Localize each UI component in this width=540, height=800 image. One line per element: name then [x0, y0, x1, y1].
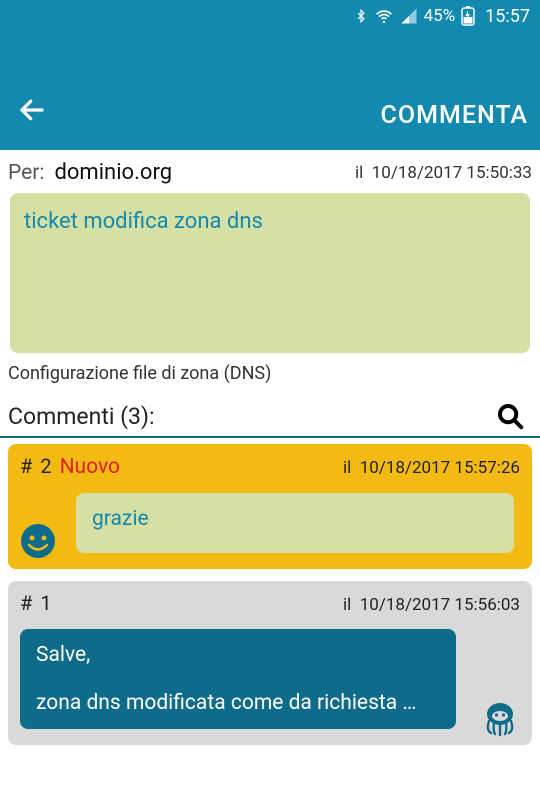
comment-item[interactable]: # 2 Nuovo il 10/18/2017 15:57:26 grazie	[8, 444, 532, 569]
app-bar: COMMENTA	[0, 32, 540, 150]
comments-heading: Commenti (3):	[8, 403, 155, 430]
search-button[interactable]	[492, 398, 528, 434]
status-bar: 45% 15:57	[0, 0, 540, 32]
comment-index: # 1	[20, 591, 52, 615]
battery-icon	[461, 6, 475, 26]
per-field: Per: dominio.org	[8, 160, 172, 185]
ticket-header: Per: dominio.org il 10/18/2017 15:50:33	[0, 150, 540, 193]
signal-icon	[400, 7, 418, 25]
wifi-icon	[374, 7, 394, 25]
avatar-user-icon	[18, 521, 58, 561]
per-domain: dominio.org	[54, 160, 172, 185]
comment-index: # 2 Nuovo	[20, 454, 120, 479]
back-button[interactable]	[12, 90, 52, 130]
page-title: COMMENTA	[381, 101, 528, 130]
bluetooth-icon	[354, 7, 368, 25]
ticket-body[interactable]: ticket modifica zona dns	[10, 193, 530, 353]
battery-percent: 45%	[424, 6, 456, 26]
comment-meta: # 1 il 10/18/2017 15:56:03	[20, 591, 520, 615]
new-badge: Nuovo	[60, 455, 120, 479]
comment-timestamp: il 10/18/2017 15:57:26	[343, 458, 520, 478]
comments-header: Commenti (3):	[0, 398, 540, 438]
per-label: Per:	[8, 161, 44, 185]
avatar-agent-icon	[480, 697, 520, 737]
comment-item[interactable]: # 1 il 10/18/2017 15:56:03 Salve, zona d…	[8, 581, 532, 745]
clock-text: 15:57	[485, 6, 530, 27]
ticket-timestamp: il 10/18/2017 15:50:33	[355, 163, 532, 183]
ticket-category: Configurazione file di zona (DNS)	[0, 363, 540, 398]
ticket-subject: ticket modifica zona dns	[24, 209, 516, 234]
app-root: 45% 15:57 COMMENTA Per: dominio.org il 1…	[0, 0, 540, 800]
comment-timestamp: il 10/18/2017 15:56:03	[343, 595, 520, 615]
comment-body: Salve, zona dns modificata come da richi…	[20, 629, 456, 729]
comment-meta: # 2 Nuovo il 10/18/2017 15:57:26	[20, 454, 520, 479]
comment-body: grazie	[76, 493, 514, 553]
